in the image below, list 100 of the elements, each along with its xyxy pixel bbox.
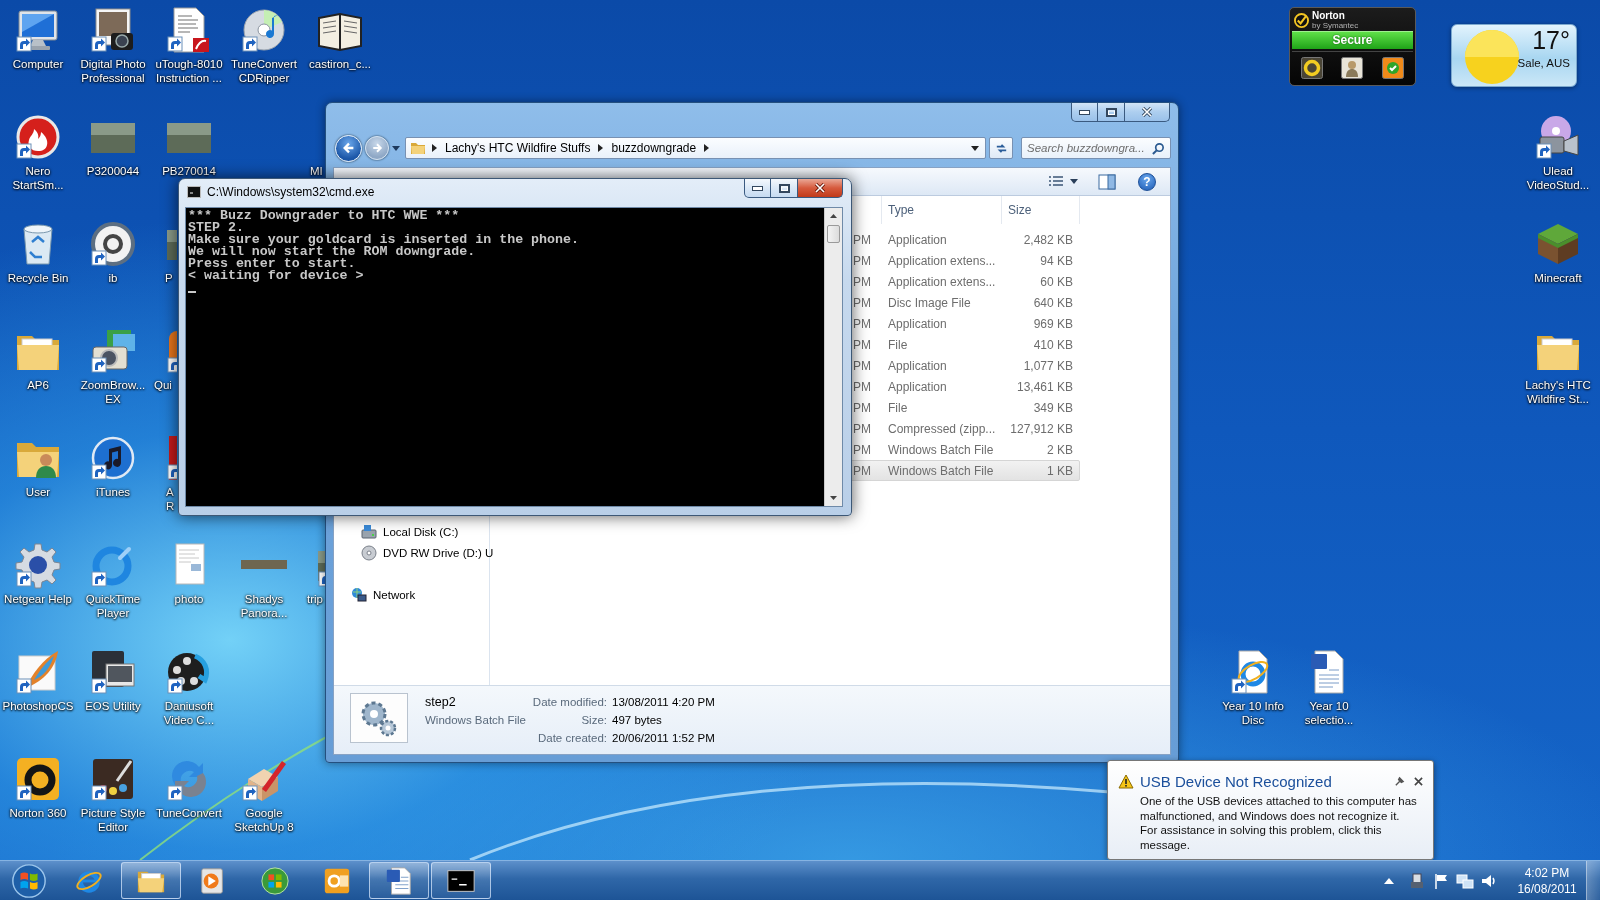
icon-label[interactable]: uTough-8010 Instruction ... [151,57,227,85]
flag-icon[interactable] [1432,871,1450,890]
minimize-button[interactable] [744,179,771,198]
ring-tile-icon[interactable] [1301,56,1324,79]
navigation-label[interactable]: Network [373,588,416,601]
notification-balloon[interactable]: USB Device Not Recognized One of the USB devices attached to this computer has malfunctioned, and Windows does not recognize it. For assistance in solving this problem, click this message. [1107,760,1434,860]
round-logo-icon[interactable] [89,220,137,268]
icon-label[interactable]: Ulead VideoStud... [1520,164,1596,192]
file-row[interactable]: PM Windows Batch File 2 KB [850,439,1080,460]
network-icon[interactable] [1456,871,1474,890]
file-row[interactable]: PM Application 1,077 KB [850,355,1080,376]
caret-icon[interactable] [971,145,979,151]
preview-pane-icon[interactable] [1098,173,1116,190]
clock-date[interactable]: 16/08/2011 [1517,880,1577,897]
icon-label[interactable]: Qui [154,378,172,392]
icon-label[interactable]: Digital Photo Professional [75,57,151,85]
icon-label[interactable]: TuneConvert CDRipper [226,57,302,85]
close-button[interactable] [798,179,843,198]
disc-icon[interactable] [240,6,288,54]
icon-label[interactable]: Recycle Bin [7,271,69,285]
figure-tile-icon[interactable] [1341,56,1364,79]
icon-label[interactable]: ib [108,271,118,285]
check-tile-icon[interactable] [1381,56,1404,79]
gear-icon[interactable] [14,541,62,589]
clock[interactable]: 4:02 PM 16/08/2011 [1508,864,1586,897]
caret-up-icon[interactable] [1384,877,1394,884]
minimize-button[interactable] [1071,103,1098,122]
console-screen[interactable]: *** Buzz Downgrader to HTC WWE *** STEP 2. Make sure your goldcard is inserted in the phone. We will now start the ROM downgrade. Press enter to start. < waiting for device > [186,208,824,506]
icon-label[interactable]: Netgear Help [4,592,72,606]
monitor-icon[interactable] [89,648,137,696]
icon-label[interactable]: castiron_c... [309,57,371,71]
navigation-item[interactable]: Network [334,584,489,605]
icon-label[interactable]: P3200044 [86,164,140,178]
file-row[interactable]: PM Application 13,461 KB [850,376,1080,397]
icon-label[interactable]: Computer [12,57,64,71]
table-cell-text: 2 KB [1046,442,1074,457]
refresh-button[interactable] [989,137,1013,159]
icon-label[interactable]: iTunes [95,485,131,499]
file-row[interactable]: PM Application extens... 60 KB [850,271,1080,292]
icon-label[interactable]: User [25,485,51,499]
scroll-thumb[interactable] [827,225,840,243]
taskbar-button[interactable] [121,862,181,899]
icon-label[interactable]: Year 10 selectio... [1291,699,1367,727]
file-row[interactable]: PM Application 2,482 KB [850,229,1080,250]
navigation-label[interactable]: Local Disk (C:) [383,525,459,538]
video-camera-disc-icon[interactable] [1534,113,1582,161]
file-row[interactable]: PM File 410 KB [850,334,1080,355]
file-row[interactable]: PM Disc Image File 640 KB [850,292,1080,313]
icon-label[interactable]: PhotoshopCS [2,699,74,713]
notification-message[interactable]: One of the USB devices attached to this computer has malfunctioned, and Windows does not recognize it. For assistance in solving this problem, click this message. [1140,794,1425,853]
breadcrumb-item[interactable]: Lachy's HTC Wildfire Stuffs [443,141,593,155]
flame-badge-icon[interactable] [14,113,62,161]
icon-label[interactable]: ZoomBrow... EX [75,378,151,406]
chevron-icon[interactable] [704,144,710,152]
file-row[interactable]: PM Application 969 KB [850,313,1080,334]
chevron-icon[interactable] [432,144,437,152]
icon-label[interactable]: A R [166,485,177,513]
maximize-button[interactable] [771,179,798,198]
close-button[interactable] [1125,103,1170,122]
file-row[interactable]: PM Application extens... 94 KB [850,250,1080,271]
pin-icon[interactable] [1394,775,1405,787]
file-row[interactable]: PM File 349 KB [850,397,1080,418]
taskbar-button[interactable] [431,862,491,899]
icon-label[interactable]: MI [310,164,323,178]
usb-plug-icon[interactable] [1408,871,1426,890]
scrollbar[interactable] [824,208,842,506]
file-row[interactable]: PM Windows Batch File 1 KB [850,460,1080,481]
table-cell-text: Compressed (zipp... [887,421,997,436]
icon-label[interactable]: TuneConvert [155,806,223,820]
icon-label[interactable]: Norton 360 [9,806,67,820]
view-list-icon[interactable] [1048,174,1064,189]
ring-tile-icon[interactable] [14,755,62,803]
close-button[interactable] [1411,774,1425,788]
icon-label[interactable]: Year 10 Info Disc [1215,699,1291,727]
chevron-icon[interactable] [598,144,604,152]
icon-label[interactable]: PB270014 [162,164,216,178]
taskbar-button[interactable] [369,862,429,899]
icon-label[interactable]: Lachy's HTC Wildfire St... [1520,378,1596,406]
icon-label[interactable]: Picture Style Editor [75,806,151,834]
camera-photos-icon[interactable] [89,327,137,375]
address-bar[interactable]: Lachy's HTC Wildfire Stuffs buzzdowngrade [405,137,986,159]
file-row[interactable]: PM Compressed (zipp... 127,912 KB [850,418,1080,439]
back-button[interactable] [335,134,362,162]
clock-time[interactable]: 4:02 PM [1524,864,1570,881]
file-name: step2 [425,694,456,711]
icon-label[interactable]: AP6 [27,378,49,392]
icon-label[interactable]: Minecraft [1534,271,1582,285]
breadcrumb-item[interactable]: buzzdowngrade [609,141,699,155]
music-note-icon[interactable] [89,434,137,482]
search-field[interactable]: Search buzzdowngra... [1021,137,1171,159]
maximize-button[interactable] [1098,103,1125,122]
navigation-label[interactable]: DVD RW Drive (D:) U [383,546,494,559]
caret-icon[interactable] [1070,179,1078,184]
help-button[interactable]: ? [1138,172,1156,191]
show-desktop-button[interactable] [1586,860,1600,900]
icon-label[interactable]: P [165,271,173,285]
notification-title[interactable]: USB Device Not Recognized [1140,772,1332,790]
icon-label[interactable]: Google SketchUp 8 [226,806,302,834]
icon-label[interactable]: Nero StartSm... [0,164,76,192]
navigation-item[interactable]: Local Disk (C:) [334,521,489,542]
